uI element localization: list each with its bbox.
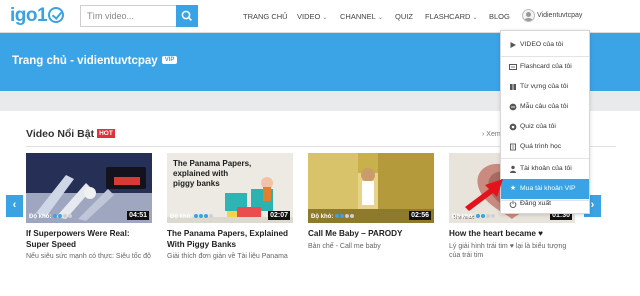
difficulty-label: Độ khó: [311, 214, 355, 220]
menu-item-label: Mua tài khoản VIP [520, 185, 576, 192]
difficulty-dots [194, 214, 214, 220]
thumbnail-text: explained with [173, 169, 228, 178]
search-icon [181, 10, 192, 21]
book-icon [509, 83, 517, 91]
video-duration: 04:51 [127, 211, 149, 220]
username[interactable]: Vidientuvtcpay [537, 12, 582, 19]
user-icon [509, 165, 517, 173]
menu-item-label: Quá trình học [520, 143, 562, 150]
nav-flashcard[interactable]: FLASHCARD ⌄ [425, 12, 477, 21]
video-duration: 02:56 [409, 211, 431, 220]
chevron-down-icon: ⌄ [377, 15, 383, 21]
chat-icon [509, 103, 517, 111]
chevron-down-icon: ⌄ [472, 15, 478, 21]
nav-home[interactable]: TRANG CHỦ [243, 12, 288, 21]
page-title: Trang chủ - vidientuvtcpay VIP [12, 55, 178, 67]
star-icon: ★ [509, 185, 517, 192]
difficulty-text: Độ khó: [452, 214, 475, 220]
difficulty-text: Độ khó: [170, 214, 193, 220]
see-more-label: Xem [486, 131, 501, 138]
site-logo[interactable]: igo1 [10, 5, 65, 27]
thumbnail-text: piggy banks [173, 179, 220, 188]
nav-flashcard-label: FLASHCARD [425, 12, 471, 21]
difficulty-dots [53, 214, 73, 220]
menu-item-label: Đăng xuất [520, 200, 551, 207]
menu-item-my-flashcards[interactable]: Flashcard của tôi [501, 57, 589, 77]
chevron-right-icon: › [482, 131, 485, 138]
difficulty-label: Độ khó: [452, 214, 496, 220]
video-title[interactable]: How the heart became ♥ [449, 229, 575, 240]
video-thumbnail[interactable]: The Panama Papers, explained with piggy … [167, 153, 293, 223]
nav-video[interactable]: VIDEO ⌄ [297, 12, 327, 21]
difficulty-label: Độ khó: [170, 214, 214, 220]
user-dropdown-menu: VIDEO của tôi Flashcard của tôi Từ vựng … [500, 30, 590, 214]
quiz-icon [509, 123, 517, 131]
menu-item-label: Mẫu câu của tôi [520, 103, 568, 110]
nav-channel-label: CHANNEL [340, 12, 376, 21]
video-duration: 02:07 [268, 211, 290, 220]
flashcard-icon [509, 63, 517, 71]
logo-check-icon [48, 7, 65, 23]
video-card[interactable]: Độ khó: 04:51 If Superpowers Were Real: … [26, 153, 152, 261]
carousel-prev-button[interactable]: ‹ [6, 195, 23, 217]
video-card[interactable]: Độ khó: 02:56 Call Me Baby – PARODY Bản … [308, 153, 434, 251]
page-title-text: Trang chủ - vidientuvtcpay [12, 55, 158, 67]
see-more-link[interactable]: › Xem [482, 131, 501, 138]
menu-item-logout[interactable]: Đăng xuất [501, 194, 589, 214]
nav-channel[interactable]: CHANNEL ⌄ [340, 12, 383, 21]
video-title[interactable]: If Superpowers Were Real: Super Speed [26, 229, 152, 250]
video-subtitle: Lý giải hình trái tim ♥ lại là biểu tượn… [449, 242, 567, 259]
menu-item-my-videos[interactable]: VIDEO của tôi [501, 35, 589, 55]
video-subtitle: Giải thích đơn giản về Tài liệu Panama [167, 253, 288, 260]
thumbnail-text: The Panama Papers, [173, 159, 251, 168]
video-thumbnail[interactable]: Độ khó: 02:56 [308, 153, 434, 223]
top-navbar: igo1 TRANG CHỦ VIDEO⌄ CHANNEL⌄ QUIZ FLAS… [0, 0, 640, 33]
difficulty-dots [335, 214, 355, 220]
progress-icon [509, 143, 517, 151]
video-card[interactable]: The Panama Papers, explained with piggy … [167, 153, 293, 261]
difficulty-text: Độ khó: [311, 214, 334, 220]
search-button[interactable] [176, 5, 198, 27]
hot-badge: HOT [97, 128, 115, 138]
video-subtitle: Nếu siêu sức mạnh có thực: Siêu tốc độ [26, 253, 151, 260]
nav-video-label: VIDEO [297, 12, 321, 21]
search-input[interactable] [80, 5, 176, 27]
nav-blog[interactable]: BLOG [489, 12, 510, 21]
vip-badge: VIP [161, 55, 178, 64]
video-title[interactable]: Call Me Baby – PARODY [308, 229, 434, 240]
avatar-icon[interactable] [522, 9, 535, 22]
menu-item-label: Từ vựng của tôi [520, 83, 569, 90]
difficulty-text: Độ khó: [29, 214, 52, 220]
section-title-text: Video Nổi Bật [26, 128, 95, 140]
chevron-right-icon: › [590, 199, 595, 211]
menu-item-label: Flashcard của tôi [520, 63, 572, 70]
menu-item-label: VIDEO của tôi [520, 41, 564, 48]
power-icon [509, 200, 517, 208]
difficulty-dots [476, 214, 496, 220]
menu-item-my-quizzes[interactable]: Quiz của tôi [501, 117, 589, 137]
menu-item-my-sentences[interactable]: Mẫu câu của tôi [501, 97, 589, 117]
menu-item-my-account[interactable]: Tài khoản của tôi [501, 159, 589, 179]
menu-item-label: Tài khoản của tôi [520, 165, 572, 172]
red-arrow-icon [465, 179, 503, 211]
video-subtitle: Bản chế - Call me baby [308, 242, 381, 250]
chevron-left-icon: ‹ [12, 199, 17, 211]
difficulty-label: Độ khó: [29, 214, 73, 220]
play-icon [509, 41, 517, 49]
menu-item-label: Quiz của tôi [520, 123, 556, 130]
video-title[interactable]: The Panama Papers, Explained With Piggy … [167, 229, 293, 250]
chevron-down-icon: ⌄ [322, 15, 328, 21]
section-title: Video Nổi Bật HOT [26, 128, 115, 140]
video-thumbnail[interactable]: Độ khó: 04:51 [26, 153, 152, 223]
menu-item-my-vocabulary[interactable]: Từ vựng của tôi [501, 77, 589, 97]
menu-item-learning-progress[interactable]: Quá trình học [501, 137, 589, 157]
nav-quiz[interactable]: QUIZ [395, 12, 413, 21]
logo-text: igo1 [10, 5, 48, 26]
